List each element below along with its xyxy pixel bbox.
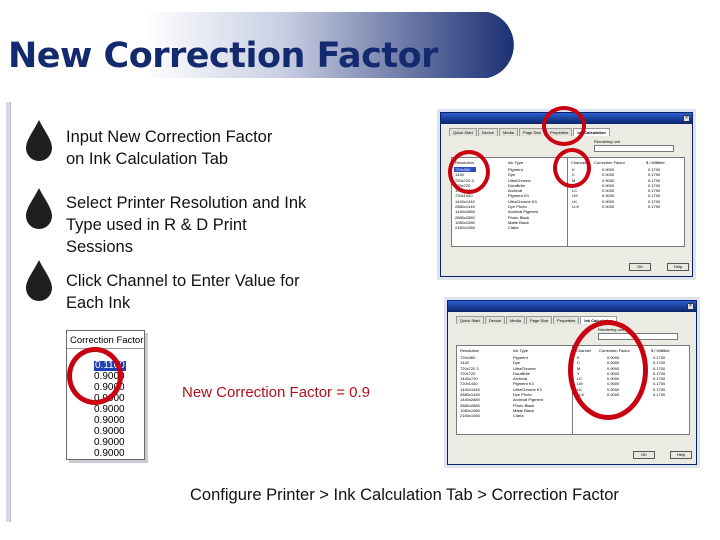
rendering-unit-label: Rendering unit [594,139,621,144]
bullet-1-line-2: on Ink Calculation Tab [66,150,229,168]
tab-properties[interactable]: Properties [553,316,580,324]
left-accent-bar [6,102,11,522]
tab-media[interactable]: Media [499,128,518,136]
tab-quick-start[interactable]: Quick Start [456,316,484,324]
tab-device[interactable]: Device [484,316,506,324]
navigation-path: Configure Printer > Ink Calculation Tab … [190,486,619,504]
zoom-header: Correction Factor [70,335,144,346]
bullet-drop-icon [26,188,52,229]
ink-type-column-header: Ink Type [508,160,524,165]
bullet-2-line-1: Select Printer Resolution and Ink [66,194,307,212]
correction-factor-equation: New Correction Factor = 0.9 [182,384,370,401]
dialog-titlebar: × [448,301,696,312]
tab-media[interactable]: Media [506,316,525,324]
bullet-drop-icon [26,260,52,301]
ink-type-column-header: Ink Type [513,348,529,353]
rendering-unit-select[interactable] [594,145,674,152]
ok-button[interactable]: OK [633,451,655,459]
dialog-close-button[interactable]: × [687,303,694,310]
help-button[interactable]: Help [667,263,689,271]
correction-values: 0.9000 0.9000 0.9000 0.9000 0.9000 0.9000 0.90… [602,167,615,210]
price-values: 0.1700 0.1700 0.1700 0.1700 0.1700 0.1700 0.17… [653,355,666,398]
title-banner: New Correction Factor [0,10,522,80]
ok-button[interactable]: OK [629,263,651,271]
bullet-3-text: Click Channel to Enter Value for Each In… [66,270,300,314]
zoom-value[interactable]: 0.9000 [94,405,125,415]
tab-quick-start[interactable]: Quick Start [449,128,477,136]
bullet-drop-icon [26,120,52,161]
price-per-ml-column-header: $ / Milliliter [646,160,665,165]
ink-type-values: Pigment Dye UltraChrome DuraBrite Archival Pi… [513,355,544,419]
dialog-close-button[interactable]: × [683,115,690,122]
bullet-1-text: Input New Correction Factor on Ink Calcu… [66,126,272,170]
correction-factor-column-header: Correction Factor [594,160,625,165]
bullet-1-line-1: Input New Correction Factor [66,128,273,146]
bullet-2-line-2: Type used in R & D Print [66,216,247,234]
resolution-ink-list[interactable]: Resolution Ink Type 720x360 1440 720x720 3… [456,345,574,435]
resolution-column-header: Resolution [460,348,479,353]
bullet-3-line-2: Each Ink [66,294,131,312]
price-per-ml-column-header: $ / Milliliter [651,348,670,353]
page-title: New Correction Factor [8,36,438,76]
highlight-ring-zoom-value [67,347,123,405]
zoom-value[interactable]: 0.9000 [94,416,125,426]
price-values: 0.1700 0.1700 0.1700 0.1700 0.1700 0.1700 0.17… [648,167,661,210]
zoom-value[interactable]: 0.9000 [94,438,125,448]
highlight-ring-ink-tab [542,106,586,146]
bullet-2-line-3: Sessions [66,238,133,256]
tab-page-size[interactable]: Page Size [525,316,553,324]
resolution-values: 720x360 1440 720x720 3 720x720 1440x720 720x1… [460,355,480,419]
highlight-ring-correction-column [568,320,648,420]
dialog-tabs: Quick Start Device Media Page Size Prope… [449,128,611,136]
bullet-2-text: Select Printer Resolution and Ink Type u… [66,192,306,258]
tab-page-size[interactable]: Page Size [518,128,546,136]
tab-device[interactable]: Device [477,128,499,136]
zoom-value[interactable]: 0.9000 [94,449,125,459]
highlight-ring-resolution [448,150,490,194]
help-button[interactable]: Help [670,451,692,459]
ink-type-values: Pigment Dye UltraChrome DuraBrite Archival Pi… [508,167,539,231]
highlight-ring-channel [553,148,591,188]
bullet-3-line-1: Click Channel to Enter Value for [66,272,300,290]
zoom-value[interactable]: 0.9000 [94,427,125,437]
